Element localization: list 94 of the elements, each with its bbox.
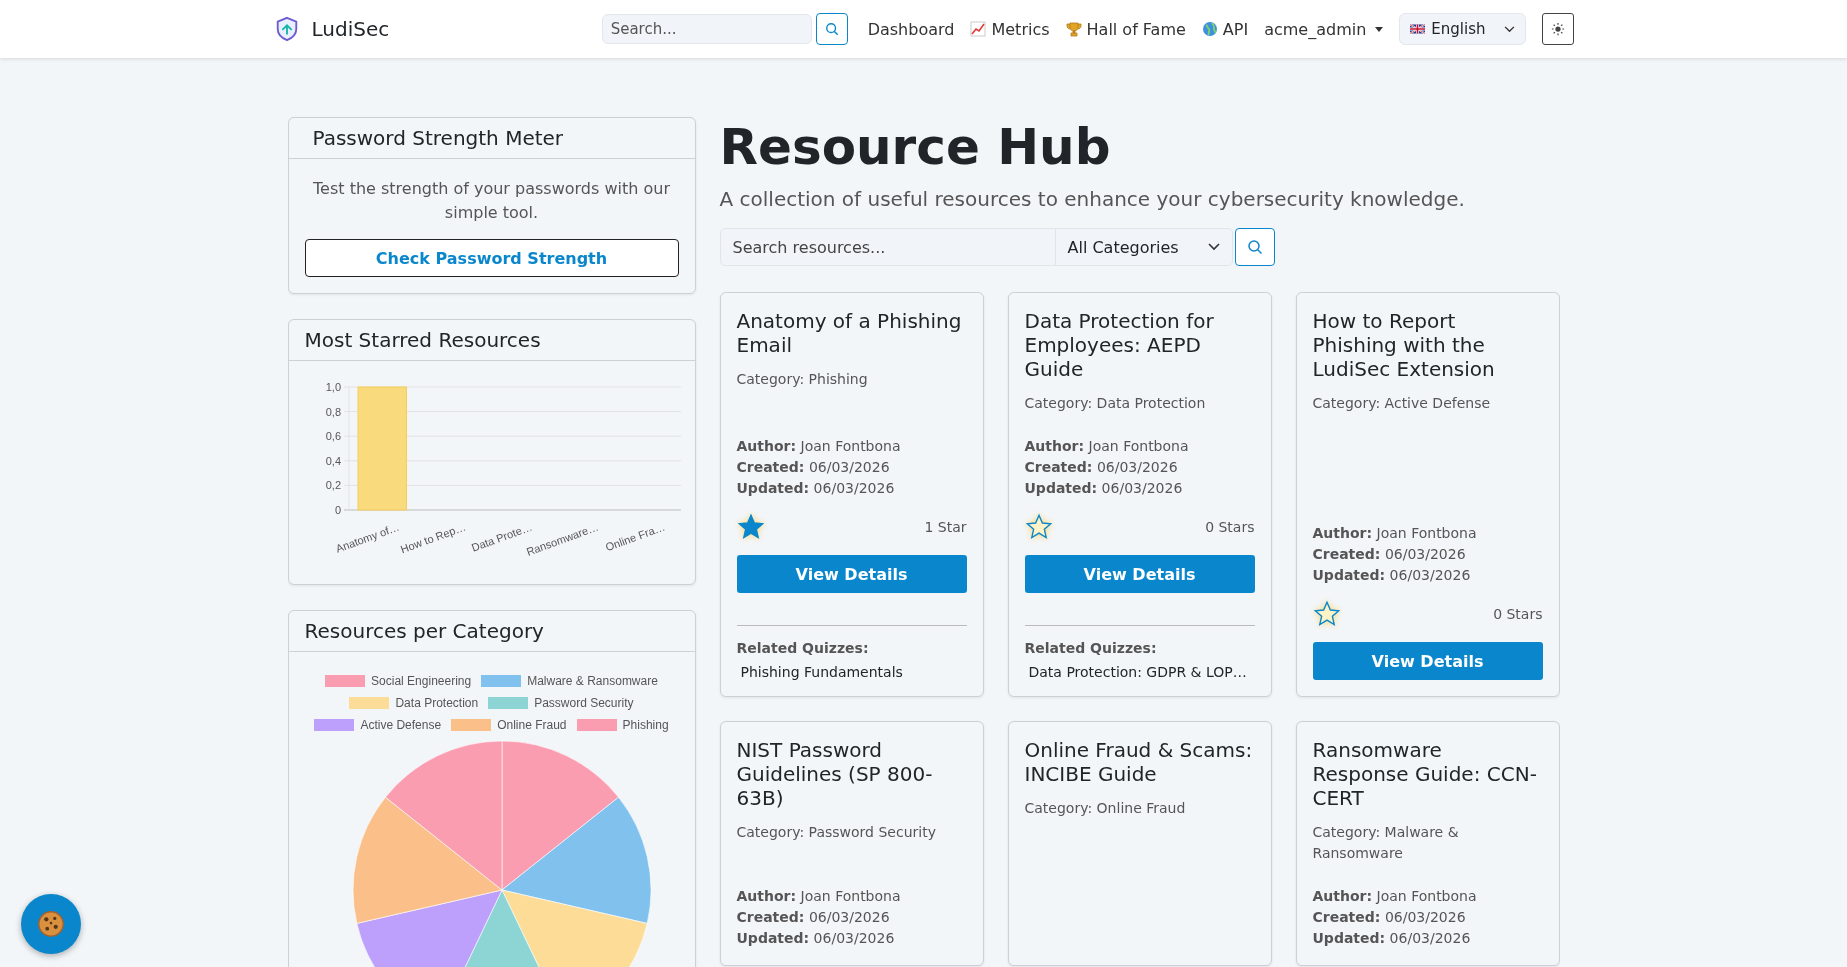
resource-meta: Updated: 06/03/2026: [1312, 566, 1472, 585]
resource-meta: Updated: 06/03/2026: [1312, 929, 1472, 948]
resource-meta: Created: 06/03/2026: [1312, 545, 1467, 564]
axis-label: How to Rep…: [398, 520, 467, 556]
resource-category: Category: Phishing: [736, 370, 869, 389]
nav-link[interactable]: Metrics: [962, 19, 1058, 39]
tick-label: 1,0: [325, 381, 341, 393]
star-count: 0 Stars: [1493, 606, 1543, 622]
resource-meta: Author: Joan Fontbona: [1312, 887, 1478, 906]
quiz-link[interactable]: Data Protection: GDPR & LOP…: [1024, 664, 1255, 680]
globe-icon: [1201, 21, 1218, 37]
resource-meta: Author: Joan Fontbona: [1024, 437, 1190, 456]
nav-link[interactable]: API: [1193, 19, 1257, 39]
legend-label: Active Defense: [360, 718, 442, 732]
legend-label: Password Security: [534, 696, 634, 710]
resource-category: Category: Malware & Ransomware: [1312, 823, 1460, 863]
outline-star-icon[interactable]: [1024, 513, 1053, 541]
legend-label: Data Protection: [395, 696, 479, 710]
resource-title: Anatomy of a Phishing Email: [736, 309, 963, 357]
page-subtitle: A collection of useful resources to enhance your cybersecurity knowledge.: [719, 187, 1466, 211]
star-count: 1 Star: [924, 519, 967, 535]
theme-toggle-button[interactable]: [1541, 13, 1574, 45]
quizzes-label: Related Quizzes:: [1024, 640, 1158, 656]
search-button[interactable]: [815, 13, 848, 45]
legend-label: Online Fraud: [497, 718, 567, 732]
chart-icon: [970, 21, 987, 37]
cookie-icon: [36, 909, 66, 939]
resource-title: Data Protection for Employees: AEPD Guide: [1024, 309, 1215, 381]
resource-meta: Author: Joan Fontbona: [1312, 524, 1478, 543]
resource-meta: Updated: 06/03/2026: [736, 479, 896, 498]
card-text: Test the strength of your passwords with our simple tool.: [312, 178, 671, 224]
resource-meta: Created: 06/03/2026: [736, 908, 891, 927]
tick-label: 0,4: [325, 454, 341, 467]
resource-category: Category: Active Defense: [1312, 394, 1492, 413]
flag-icon: [1410, 24, 1426, 34]
resource-meta: Author: Joan Fontbona: [736, 437, 902, 456]
legend-label: Social Engineering: [371, 674, 472, 688]
resource-meta: Created: 06/03/2026: [1024, 458, 1179, 477]
search-button[interactable]: [1234, 228, 1275, 266]
cookie-button[interactable]: [21, 894, 81, 954]
language-select[interactable]: English: [1399, 13, 1526, 45]
resource-title: NIST Password Guidelines (SP 800-63B): [736, 738, 934, 810]
nav-link[interactable]: Hall of Fame: [1057, 19, 1194, 39]
star-count: 0 Stars: [1205, 519, 1255, 535]
resource-meta: Author: Joan Fontbona: [736, 887, 902, 906]
category-select[interactable]: All Categories: [1055, 228, 1233, 266]
quiz-link[interactable]: Phishing Fundamentals: [736, 664, 967, 680]
legend-label: Phishing: [622, 718, 669, 732]
card-title: Password Strength Meter: [312, 126, 564, 150]
quizzes-label: Related Quizzes:: [736, 640, 870, 656]
trophy-icon: [1065, 21, 1082, 37]
caret-icon: [1375, 26, 1384, 32]
search-field[interactable]: Search...: [601, 14, 812, 44]
search-icon: [824, 22, 839, 36]
axis-label: Online Fra…: [603, 520, 666, 554]
resource-category: Category: Password Security: [736, 823, 937, 842]
user-menu[interactable]: acme_admin: [1256, 19, 1392, 39]
legend-swatch: [451, 719, 492, 731]
legend-swatch: [314, 719, 355, 731]
page-title: Resource Hub: [719, 117, 1112, 177]
resource-title: How to Report Phishing with the LudiSec Extension: [1312, 309, 1496, 381]
tick-label: 0,2: [325, 479, 341, 492]
resource-meta: Updated: 06/03/2026: [736, 929, 896, 948]
resource-title: Ransomware Response Guide: CCN-CERT: [1312, 738, 1538, 810]
resource-category: Category: Online Fraud: [1024, 799, 1187, 818]
check-password-button[interactable]: Check Password Strength: [304, 239, 679, 277]
resource-meta: Created: 06/03/2026: [1312, 908, 1467, 927]
brand-name[interactable]: LudiSec: [311, 17, 390, 41]
legend-swatch: [481, 675, 522, 687]
search-icon: [1246, 239, 1263, 255]
view-details-button[interactable]: View Details: [1024, 555, 1255, 593]
resource-meta: Created: 06/03/2026: [736, 458, 891, 477]
filled-star-icon[interactable]: [736, 513, 765, 541]
outline-star-icon[interactable]: [1312, 600, 1341, 628]
card-title: Resources per Category: [304, 619, 544, 643]
tick-label: 0,8: [325, 405, 341, 418]
legend-swatch: [349, 697, 390, 709]
resource-category: Category: Data Protection: [1024, 394, 1207, 413]
legend-swatch: [576, 719, 617, 731]
chevron-icon: [1207, 243, 1220, 251]
view-details-button[interactable]: View Details: [736, 555, 967, 593]
resource-meta: Updated: 06/03/2026: [1024, 479, 1184, 498]
tick-label: 0: [334, 504, 341, 516]
card-title: Most Starred Resources: [304, 328, 541, 352]
sun-icon: [1550, 22, 1565, 36]
nav-link[interactable]: Dashboard: [859, 19, 963, 39]
resource-title: Online Fraud & Scams: INCIBE Guide: [1024, 738, 1254, 786]
legend-swatch: [325, 675, 366, 687]
view-details-button[interactable]: View Details: [1312, 642, 1543, 680]
legend-label: Malware & Ransomware: [527, 674, 658, 688]
legend-swatch: [488, 697, 529, 709]
tick-label: 0,6: [325, 430, 341, 443]
chevron-icon: [1503, 25, 1515, 33]
search-field[interactable]: Search resources...: [719, 228, 1056, 266]
